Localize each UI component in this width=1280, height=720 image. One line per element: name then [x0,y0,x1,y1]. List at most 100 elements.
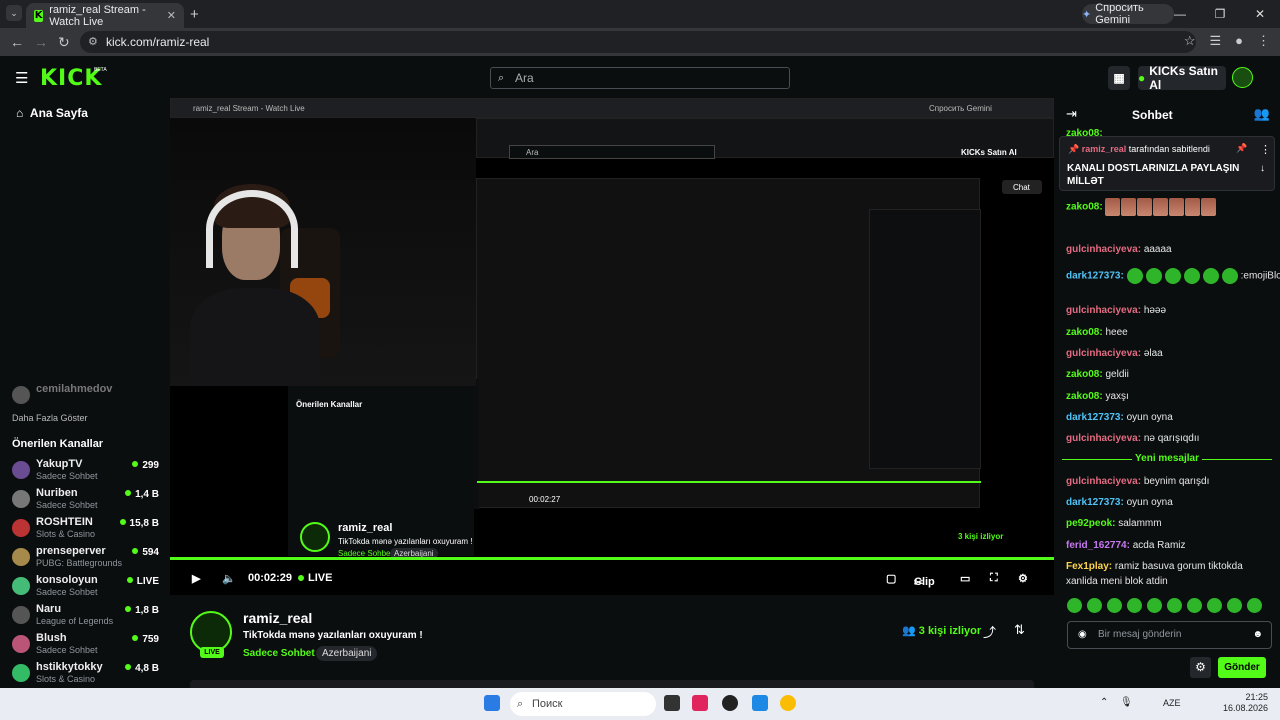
unpin-icon[interactable]: 📌 [1236,143,1247,154]
chat-message: pe92peok: salammm [1066,518,1162,529]
sidebar-channel-blush[interactable]: Blush Sadece Sohbet 759 [12,632,162,660]
chrome-icon[interactable] [780,695,796,711]
profile-icon[interactable]: ● [1235,33,1243,49]
hamburger-menu-icon[interactable]: ☰ [15,69,28,87]
taskbar-search[interactable]: ⌕ Поиск [510,692,656,716]
quick-emote[interactable] [1067,598,1082,614]
chat-identity-icon[interactable]: ◉ [1078,622,1087,648]
chat-username[interactable]: gulcinhaciyeva: [1066,244,1141,255]
live-indicator[interactable]: LIVE [298,572,332,584]
channel-name[interactable]: ramiz_real [243,610,312,626]
new-tab-icon[interactable]: + [190,6,199,23]
close-window-icon[interactable]: ✕ [1240,0,1280,28]
chat-username[interactable]: gulcinhaciyeva: [1066,433,1141,444]
chat-username[interactable]: pe92peok: [1066,518,1115,529]
chat-username[interactable]: ferid_162774: [1066,540,1130,551]
viewer-count-text: 3 kişi izliyor [918,625,982,637]
chat-text: geldii [1105,369,1129,380]
site-info-icon[interactable]: ⚙ [88,31,98,53]
pip-icon[interactable]: ▭ [960,572,970,585]
tray-chevron-icon[interactable]: ⌃ [1100,697,1108,708]
start-icon[interactable] [484,695,500,711]
tab-search-icon[interactable]: ⌄ [6,5,22,21]
quick-emote[interactable] [1227,598,1242,614]
browser-tab-active[interactable]: K ramiz_real Stream - Watch Live ✕ [26,3,184,28]
kicks-buy-button[interactable]: ● KICKs Satın Al [1138,64,1226,92]
chat-username[interactable]: dark127373: [1066,412,1124,423]
quick-emote[interactable] [1247,598,1262,614]
chat-username[interactable]: Fex1play: [1066,561,1112,572]
share-icon[interactable]: ⤴ [983,622,996,641]
quick-emote[interactable] [1127,598,1142,614]
reload-icon[interactable]: ↻ [58,34,70,51]
sidebar-channel-konsoloyun[interactable]: konsoloyun Sadece Sohbet LIVE [12,574,162,602]
chat-username[interactable]: zako08: [1066,369,1103,380]
dashboard-icon[interactable]: ▦ [1108,66,1130,90]
show-more-link[interactable]: Daha Fazla Göster [12,413,88,423]
address-bar[interactable]: ⚙ kick.com/ramiz-real [80,31,1196,53]
emoji-icon[interactable]: ☻ [1252,622,1263,648]
expand-pin-icon[interactable]: ↓ [1260,163,1265,174]
overlay-avatar [300,522,330,552]
browser-menu-icon[interactable]: ⋮ [1257,33,1270,49]
play-icon[interactable]: ▶ [192,572,200,585]
chat-input[interactable]: ◉ Bir mesaj gönderin ☻ [1067,621,1272,649]
playback-time: 00:02:29 [248,572,293,584]
chat-username[interactable]: gulcinhaciyeva: [1066,348,1141,359]
chat-username[interactable]: zako08: [1066,327,1103,338]
stream-actions: ⤴ ⇅ [983,622,1025,641]
chat-username[interactable]: gulcinhaciyeva: [1066,305,1141,316]
channel-name: Blush [36,632,67,644]
collapse-chat-icon[interactable]: ⇥ [1066,106,1077,122]
chat-username[interactable]: gulcinhaciyeva: [1066,476,1141,487]
sidebar-item-home[interactable]: ⌂ Ana Sayfa [16,106,88,120]
chat-settings-icon[interactable]: ⚙ [1190,657,1211,678]
quick-emote[interactable] [1187,598,1202,614]
quick-emote[interactable] [1087,598,1102,614]
settings-icon[interactable]: ⚙ [1018,572,1028,585]
task-view-icon[interactable] [664,695,680,711]
sidebar-channel-yakuptv[interactable]: YakupTV Sadece Sohbet 299 [12,458,162,486]
pinned-user[interactable]: ramiz_real [1082,144,1127,154]
user-avatar[interactable] [1232,67,1253,88]
chat-users-icon[interactable]: 👥 [1254,106,1270,122]
followed-channel[interactable]: cemilahmedov [12,383,162,411]
playback-progress[interactable] [170,557,1054,560]
tab-close-icon[interactable]: ✕ [167,9,176,22]
sidebar-channel-hstikkytokky[interactable]: hstikkytokky Slots & Casino 4,8 B [12,661,162,688]
quick-emote[interactable] [1107,598,1122,614]
chat-username[interactable]: zako08: [1066,202,1103,213]
video-player[interactable]: ramiz_real Stream - Watch Live Спросить … [170,98,1054,595]
app-icon-1[interactable] [692,695,708,711]
theater-mode-icon[interactable]: ▢ [886,572,896,585]
sidebar-channel-roshtein[interactable]: ROSHTEIN Slots & Casino 15,8 B [12,516,162,544]
send-button[interactable]: Gönder [1218,657,1266,678]
minimize-icon[interactable]: — [1160,0,1200,28]
sidebar-channel-naru[interactable]: Naru League of Legends 1,8 B [12,603,162,631]
bookmark-star-icon[interactable]: ☆ [1184,33,1196,49]
fullscreen-icon[interactable]: ⛶ [990,572,998,585]
input-language[interactable]: AZE [1163,698,1181,708]
maximize-icon[interactable]: ❐ [1200,0,1240,28]
sidebar-channel-prenseperver[interactable]: prenseperver PUBG: Battlegrounds 594 [12,545,162,573]
back-icon[interactable]: ← [10,34,24,50]
quick-emote[interactable] [1167,598,1182,614]
mic-icon[interactable]: 🎙 [1120,697,1133,708]
search-input[interactable]: ⌕ Ara [490,67,790,89]
extensions-icon[interactable]: ☰ [1209,33,1221,49]
chat-username[interactable]: dark127373: [1066,497,1124,508]
volume-icon[interactable]: 🔈 [222,572,236,585]
taskbar-clock[interactable]: 21:25 16.08.2026 [1223,692,1268,714]
sidebar-channel-nuriben[interactable]: Nuriben Sadece Sohbet 1,4 B [12,487,162,515]
pinned-more-icon[interactable]: ⋮ [1260,143,1271,156]
app-icon-2[interactable] [722,695,738,711]
chat-username[interactable]: dark127373: [1066,271,1124,282]
chat-username[interactable]: zako08: [1066,391,1103,402]
forward-icon[interactable]: → [34,34,48,50]
language-tag[interactable]: Azerbaijani [316,646,378,661]
quick-emote[interactable] [1147,598,1162,614]
quick-emote[interactable] [1207,598,1222,614]
app-icon-3[interactable] [752,695,768,711]
stream-category[interactable]: Sadece Sohbet [243,648,315,659]
more-options-icon[interactable]: ⇅ [1014,622,1025,641]
